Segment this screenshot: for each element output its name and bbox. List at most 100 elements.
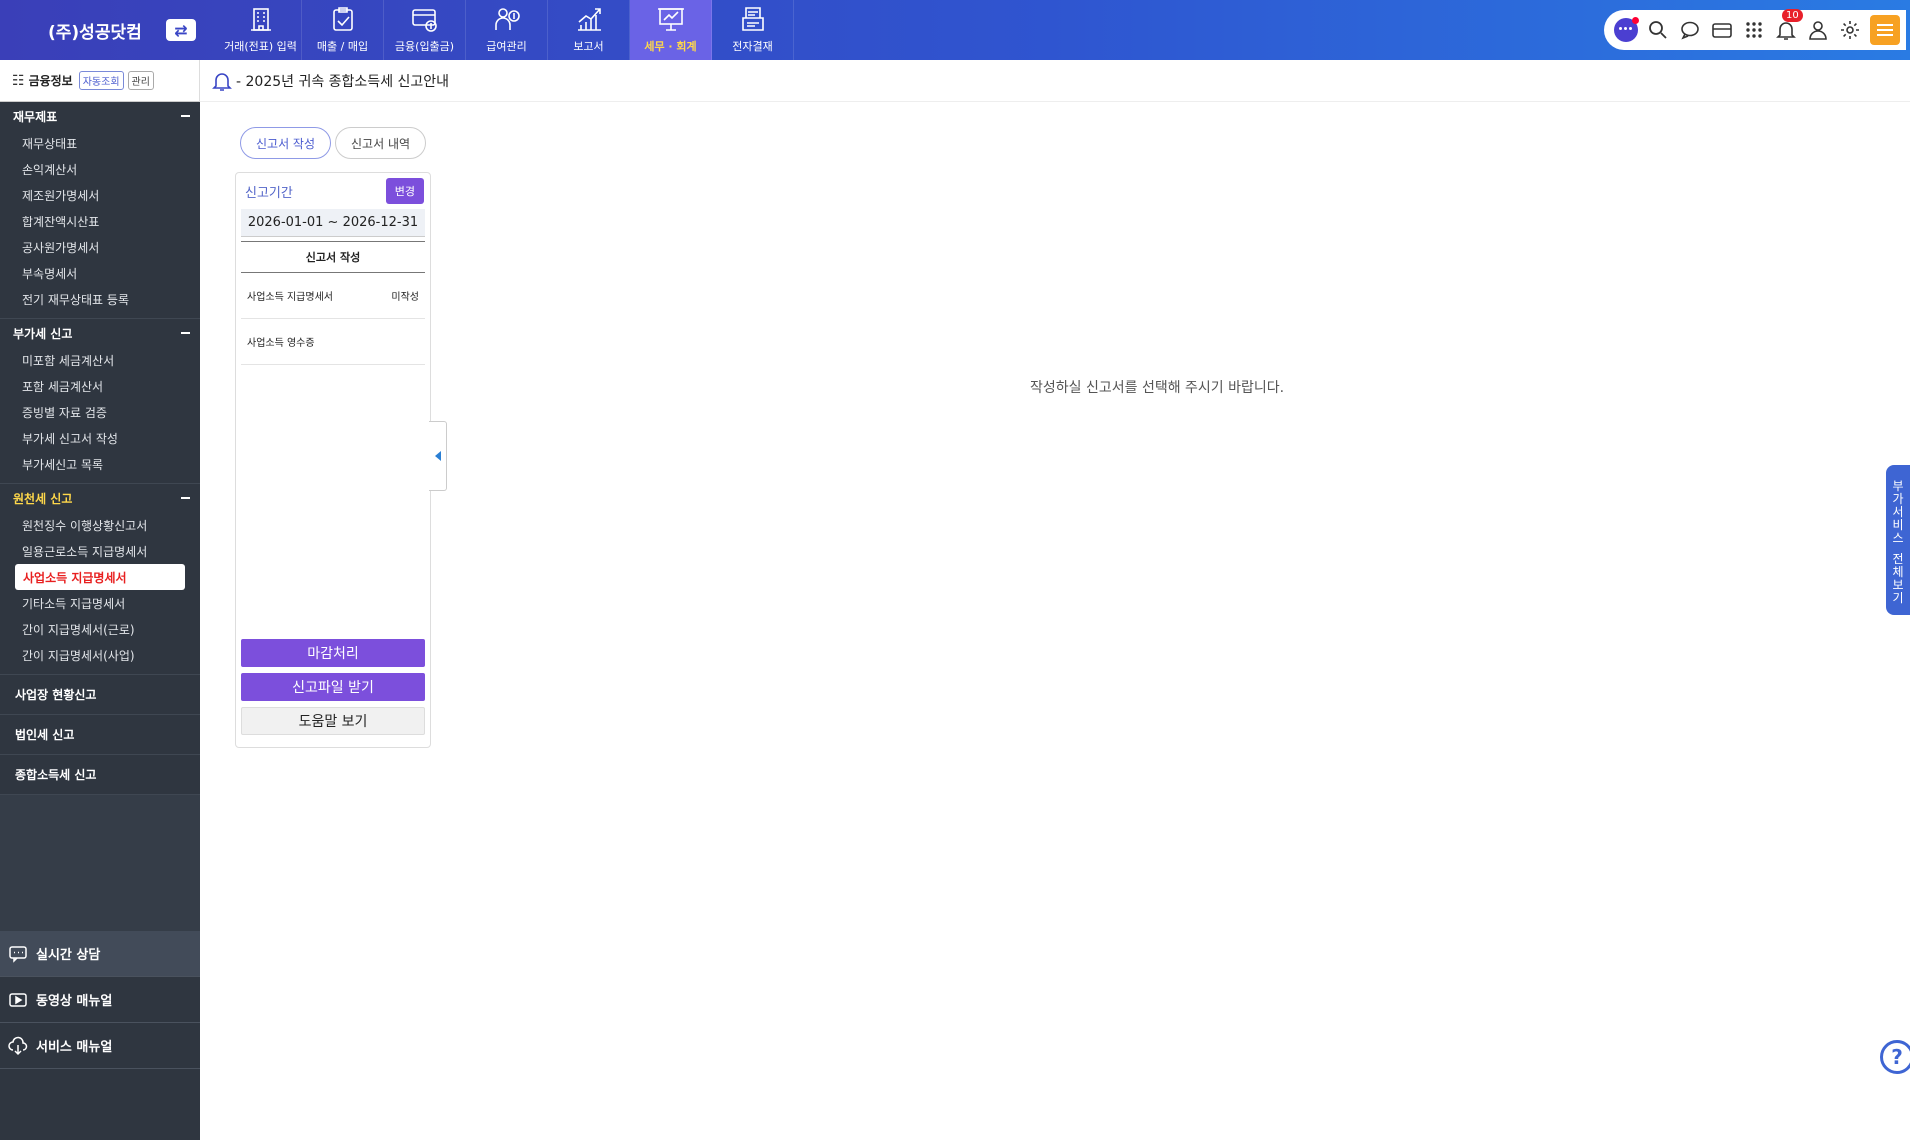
chat-icon [9,945,27,963]
chatbot-icon[interactable] [1614,17,1639,42]
page-title: - 2025년 귀속 종합소득세 신고안내 [236,73,450,90]
top-bar: (주)성공닷컴 ⇄ 거래(전표) 입력 매출 / 매입 금융(입출금) 급여관리… [0,0,1910,60]
nav-tax-accounting[interactable]: 세무 · 회계 [630,0,712,60]
sidebar-item-business-status[interactable]: 사업장 현황신고 [0,675,200,715]
doc-status: 미작성 [391,292,419,303]
checklist-icon: ☷ [12,72,25,89]
chart-up-icon [577,8,601,31]
download-file-button[interactable]: 신고파일 받기 [241,673,425,701]
collapse-panel-handle[interactable] [429,421,447,491]
sidebar-item[interactable]: 간이 지급명세서(사업) [0,642,200,668]
sidebar-item[interactable]: 합계잔액시산표 [0,208,200,234]
doc-name: 사업소득 지급명세서 [247,292,333,303]
sidebar-item[interactable]: 공사원가명세서 [0,234,200,260]
sidebar-item[interactable]: 기타소득 지급명세서 [0,590,200,616]
bank-card-icon [411,9,437,32]
sidebar-item[interactable]: 포함 세금계산서 [0,373,200,399]
main-content: - 2025년 귀속 종합소득세 신고안내 신고서 작성 신고서 내역 신고기간… [200,60,1910,1140]
sidebar-item[interactable]: 제조원가명세서 [0,182,200,208]
clipboard-check-icon [332,7,353,31]
bell-icon[interactable]: 10 [1774,9,1803,42]
sidebar-item[interactable]: 증빙별 자료 검증 [0,399,200,425]
section-title: 부가세 신고 [13,326,73,341]
apps-grid-icon[interactable] [1742,18,1766,42]
section-title: 재무제표 [13,109,58,124]
sidebar-item[interactable]: 부가세 신고서 작성 [0,425,200,451]
help-question-icon[interactable]: ? [1880,1040,1910,1074]
collapse-minus-icon[interactable] [181,332,190,334]
close-button[interactable]: 마감처리 [241,639,425,667]
swap-icon[interactable]: ⇄ [166,19,196,41]
video-play-icon [9,992,27,1007]
nav-label: 급여관리 [486,40,527,53]
nav-label: 금융(입출금) [394,40,455,53]
message-icon[interactable] [1678,18,1702,42]
side-tab-char: 비 [1892,517,1904,532]
write-section-header: 신고서 작성 [241,241,425,273]
help-label: 동영상 매뉴얼 [36,994,113,1009]
sidebar-item[interactable]: 미포함 세금계산서 [0,347,200,373]
section-financial-statements: 재무제표 재무상태표 손익계산서 제조원가명세서 합계잔액시산표 공사원가명세서… [0,102,200,319]
sidebar-item[interactable]: 전기 재무상태표 등록 [0,286,200,312]
help-button[interactable]: 도움말 보기 [241,707,425,735]
side-tab-char: 전 [1892,551,1904,566]
sidebar-item[interactable]: 간이 지급명세서(근로) [0,616,200,642]
sidebar-item-income-tax[interactable]: 종합소득세 신고 [0,755,200,795]
section-title: 원천세 신고 [13,491,73,506]
nav-label: 거래(전표) 입력 [224,40,297,53]
section-withholding: 원천세 신고 원천징수 이행상황신고서 일용근로소득 지급명세서 사업소득 지급… [0,484,200,675]
service-manual-button[interactable]: 서비스 매뉴얼 [0,1023,200,1069]
building-icon [250,8,271,31]
doc-row[interactable]: 사업소득 영수증 [241,319,425,365]
period-header: 신고기간 변경 [236,173,430,209]
nav-e-approval[interactable]: 전자결재 [712,0,794,60]
sidebar-item[interactable]: 재무상태표 [0,130,200,156]
gear-icon[interactable] [1838,18,1862,42]
search-icon[interactable] [1646,18,1670,42]
side-tab-char: 체 [1892,564,1904,579]
finance-info-title: 금융정보 [28,74,73,88]
user-icon[interactable] [1806,18,1830,42]
collapse-minus-icon[interactable] [181,115,190,117]
tab-write-report[interactable]: 신고서 작성 [240,127,332,159]
nav-finance[interactable]: 금융(입출금) [384,0,466,60]
doc-row[interactable]: 사업소득 지급명세서 미작성 [241,273,425,319]
bell-icon [212,72,232,91]
nav-reports[interactable]: 보고서 [548,0,630,60]
section-header[interactable]: 재무제표 [0,102,200,130]
video-manual-button[interactable]: 동영상 매뉴얼 [0,977,200,1023]
auto-query-button[interactable]: 자동조회 [78,71,124,90]
sidebar: ☷ 금융정보 자동조회 관리 재무제표 재무상태표 손익계산서 제조원가명세서 … [0,60,200,1140]
sidebar-item[interactable]: 부가세신고 목록 [0,451,200,477]
vat-service-side-tab[interactable]: 부 가 서 비 스 전 체 보 기 [1886,465,1910,615]
tab-report-history[interactable]: 신고서 내역 [335,127,427,159]
doc-name: 사업소득 영수증 [247,338,315,349]
approval-icon [741,7,764,31]
nav-transaction-entry[interactable]: 거래(전표) 입력 [220,0,302,60]
sidebar-item-corporate-tax[interactable]: 법인세 신고 [0,715,200,755]
change-period-button[interactable]: 변경 [385,178,424,204]
sidebar-item[interactable]: 손익계산서 [0,156,200,182]
section-header[interactable]: 원천세 신고 [0,484,200,512]
period-value: 2026-01-01 ~ 2026-12-31 [241,209,425,237]
cloud-download-icon [8,1036,28,1055]
sidebar-item[interactable]: 부속명세서 [0,260,200,286]
side-tab-char: 기 [1892,590,1904,605]
help-label: 서비스 매뉴얼 [36,1040,113,1055]
tab-bar: 신고서 작성 신고서 내역 [240,127,427,159]
sidebar-spacer [0,795,200,931]
collapse-minus-icon[interactable] [181,497,190,499]
nav-payroll[interactable]: 급여관리 [466,0,548,60]
sidebar-item[interactable]: 일용근로소득 지급명세서 [0,538,200,564]
manage-button[interactable]: 관리 [127,71,154,90]
sidebar-item[interactable]: 원천징수 이행상황신고서 [0,512,200,538]
presentation-icon [657,8,684,31]
notification-count: 10 [1782,9,1803,22]
hamburger-menu-icon[interactable] [1870,15,1900,45]
live-chat-button[interactable]: 실시간 상담 [0,931,200,977]
nav-sales-purchase[interactable]: 매출 / 매입 [302,0,384,60]
section-header[interactable]: 부가세 신고 [0,319,200,347]
help-label: 실시간 상담 [36,948,101,963]
sidebar-item-active[interactable]: 사업소득 지급명세서 [15,564,185,590]
card-icon[interactable] [1710,18,1734,42]
